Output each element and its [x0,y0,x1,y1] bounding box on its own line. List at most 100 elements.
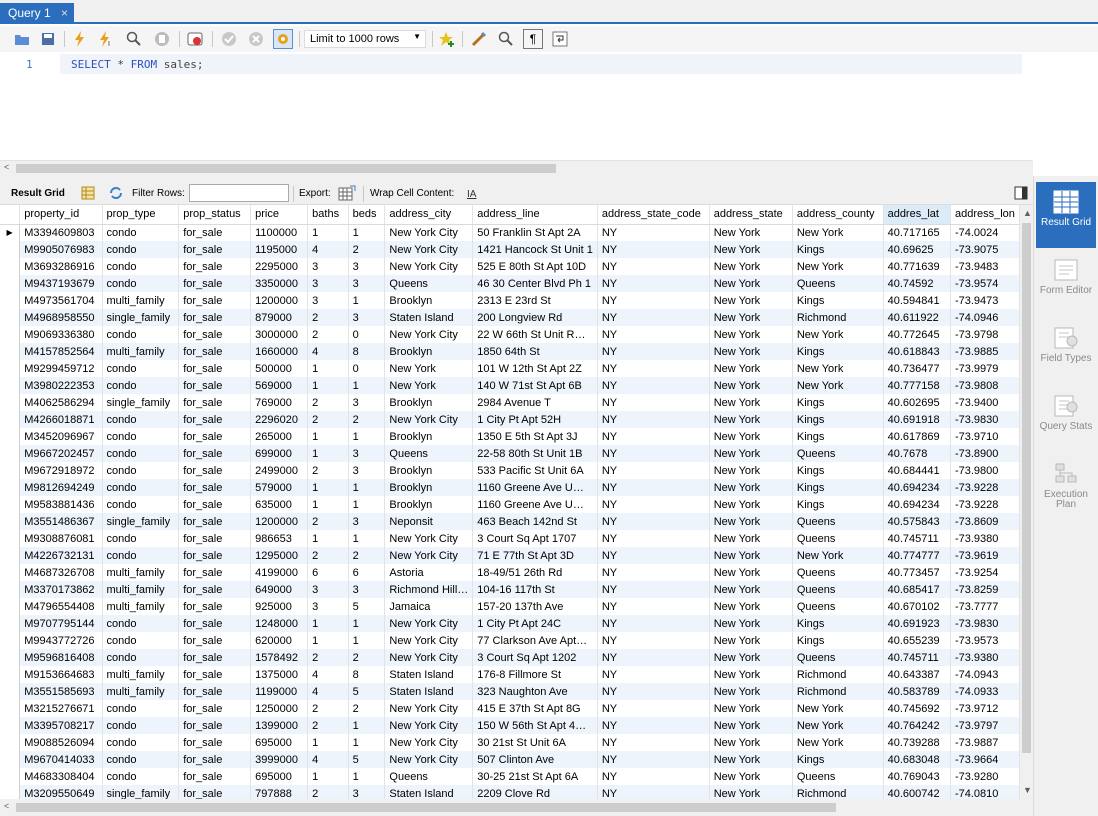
cell-address-county[interactable]: Queens [792,768,884,785]
cell-address-county[interactable]: New York [792,258,884,275]
cell-addres-lat[interactable]: 40.691923 [883,615,951,632]
cell-address-state-code[interactable]: NY [597,734,710,751]
cell-property-id[interactable]: M9088526094 [19,734,103,751]
row-indicator[interactable] [0,292,21,309]
row-indicator[interactable] [0,666,21,683]
cell-price[interactable]: 1200000 [250,513,309,530]
cell-address-state-code[interactable]: NY [597,462,710,479]
cell-address-lon[interactable]: -73.9885 [950,343,1020,360]
cell-price[interactable]: 1100000 [250,224,309,241]
cell-address-state[interactable]: New York [709,428,793,445]
cell-address-line[interactable]: 101 W 12th St Apt 2Z [472,360,598,377]
cell-prop-status[interactable]: for_sale [178,275,252,292]
cell-property-id[interactable]: M9153664683 [19,666,103,683]
cell-prop-status[interactable]: for_sale [178,751,252,768]
cell-beds[interactable]: 1 [348,479,386,496]
cell-address-state-code[interactable]: NY [597,530,710,547]
cell-prop-status[interactable]: for_sale [178,360,252,377]
column-header-address-state[interactable]: address_state [709,205,793,225]
cell-prop-status[interactable]: for_sale [178,258,252,275]
cell-price[interactable]: 3350000 [250,275,309,292]
cell-addres-lat[interactable]: 40.618843 [883,343,951,360]
cell-prop-type[interactable]: single_family [102,394,180,411]
cell-address-state[interactable]: New York [709,649,793,666]
cell-address-city[interactable]: Staten Island [384,666,474,683]
beautify-icon[interactable] [469,29,489,49]
cell-prop-status[interactable]: for_sale [178,224,252,241]
cell-property-id[interactable]: M9308876081 [19,530,103,547]
table-row[interactable]: M9437193679 condo for_sale 3350000 3 3 Queens 4… [0,275,1020,292]
cell-baths[interactable]: 1 [307,530,349,547]
cell-prop-status[interactable]: for_sale [178,581,252,598]
cell-prop-type[interactable]: condo [102,547,180,564]
cell-baths[interactable]: 3 [307,581,349,598]
cell-address-state-code[interactable]: NY [597,649,710,666]
cell-baths[interactable]: 1 [307,734,349,751]
filter-rows-input[interactable] [189,184,289,202]
cell-price[interactable]: 1399000 [250,717,309,734]
cell-prop-status[interactable]: for_sale [178,547,252,564]
column-header-property-id[interactable]: property_id [19,205,103,225]
cell-price[interactable]: 3999000 [250,751,309,768]
grid-horizontal-scrollbar[interactable]: < [0,799,1033,816]
column-header-prop-type[interactable]: prop_type [102,205,180,225]
cell-beds[interactable]: 1 [348,224,386,241]
cell-property-id[interactable]: M9812694249 [19,479,103,496]
cell-address-line[interactable]: 323 Naughton Ave [472,683,598,700]
close-tab-icon[interactable]: × [61,6,68,20]
column-header-address-city[interactable]: address_city [384,205,474,225]
cell-baths[interactable]: 4 [307,751,349,768]
cell-address-line[interactable]: 3 Court Sq Apt 1707 [472,530,598,547]
cell-price[interactable]: 649000 [250,581,309,598]
table-row[interactable]: M9088526094 condo for_sale 695000 1 1 New York… [0,734,1020,751]
cell-beds[interactable]: 1 [348,768,386,785]
sql-editor[interactable]: 1 SELECT * FROM sales; [0,52,1098,160]
save-icon[interactable] [38,29,58,49]
cell-beds[interactable]: 2 [348,649,386,666]
table-row[interactable]: M9943772726 condo for_sale 620000 1 1 New York… [0,632,1020,649]
cell-prop-type[interactable]: condo [102,496,180,513]
cell-address-state-code[interactable]: NY [597,598,710,615]
cell-beds[interactable]: 3 [348,258,386,275]
cell-address-county[interactable]: New York [792,224,884,241]
cell-baths[interactable]: 1 [307,445,349,462]
cell-addres-lat[interactable]: 40.575843 [883,513,951,530]
cell-addres-lat[interactable]: 40.739288 [883,734,951,751]
table-row[interactable]: M4687326708 multi_family for_sale 4199000 6 6… [0,564,1020,581]
cell-address-state-code[interactable]: NY [597,224,710,241]
cell-address-city[interactable]: Jamaica [384,598,474,615]
invisible-chars-icon[interactable]: ¶ [523,29,543,49]
cell-prop-status[interactable]: for_sale [178,513,252,530]
cell-address-line[interactable]: 22-58 80th St Unit 1B [472,445,598,462]
cell-baths[interactable]: 2 [307,309,349,326]
cell-prop-type[interactable]: condo [102,768,180,785]
cell-addres-lat[interactable]: 40.594841 [883,292,951,309]
cell-property-id[interactable]: M9943772726 [19,632,103,649]
editor-horizontal-scrollbar[interactable]: < [0,160,1033,176]
cell-address-lon[interactable]: -74.0943 [950,666,1020,683]
cell-baths[interactable]: 3 [307,598,349,615]
cell-address-lon[interactable]: -73.9380 [950,649,1020,666]
cell-address-line[interactable]: 157-20 137th Ave [472,598,598,615]
cell-address-county[interactable]: Kings [792,496,884,513]
cell-address-state[interactable]: New York [709,717,793,734]
cell-address-county[interactable]: Richmond [792,309,884,326]
cell-address-line[interactable]: 2984 Avenue T [472,394,598,411]
query-tab[interactable]: Query 1 × [0,3,74,24]
row-indicator[interactable] [0,496,21,513]
cell-address-lon[interactable]: -73.9483 [950,258,1020,275]
cell-address-lon[interactable]: -73.9228 [950,496,1020,513]
cell-property-id[interactable]: M4796554408 [19,598,103,615]
cell-price[interactable]: 2296020 [250,411,309,428]
cell-baths[interactable]: 4 [307,666,349,683]
cell-addres-lat[interactable]: 40.7678 [883,445,951,462]
cell-prop-type[interactable]: multi_family [102,292,180,309]
cell-prop-status[interactable]: for_sale [178,377,252,394]
cell-baths[interactable]: 3 [307,292,349,309]
cell-prop-type[interactable]: condo [102,700,180,717]
table-row[interactable]: M9707795144 condo for_sale 1248000 1 1 New Yor… [0,615,1020,632]
cell-address-state[interactable]: New York [709,241,793,258]
cell-address-line[interactable]: 1 City Pt Apt 52H [472,411,598,428]
cell-baths[interactable]: 2 [307,547,349,564]
cell-beds[interactable]: 1 [348,377,386,394]
